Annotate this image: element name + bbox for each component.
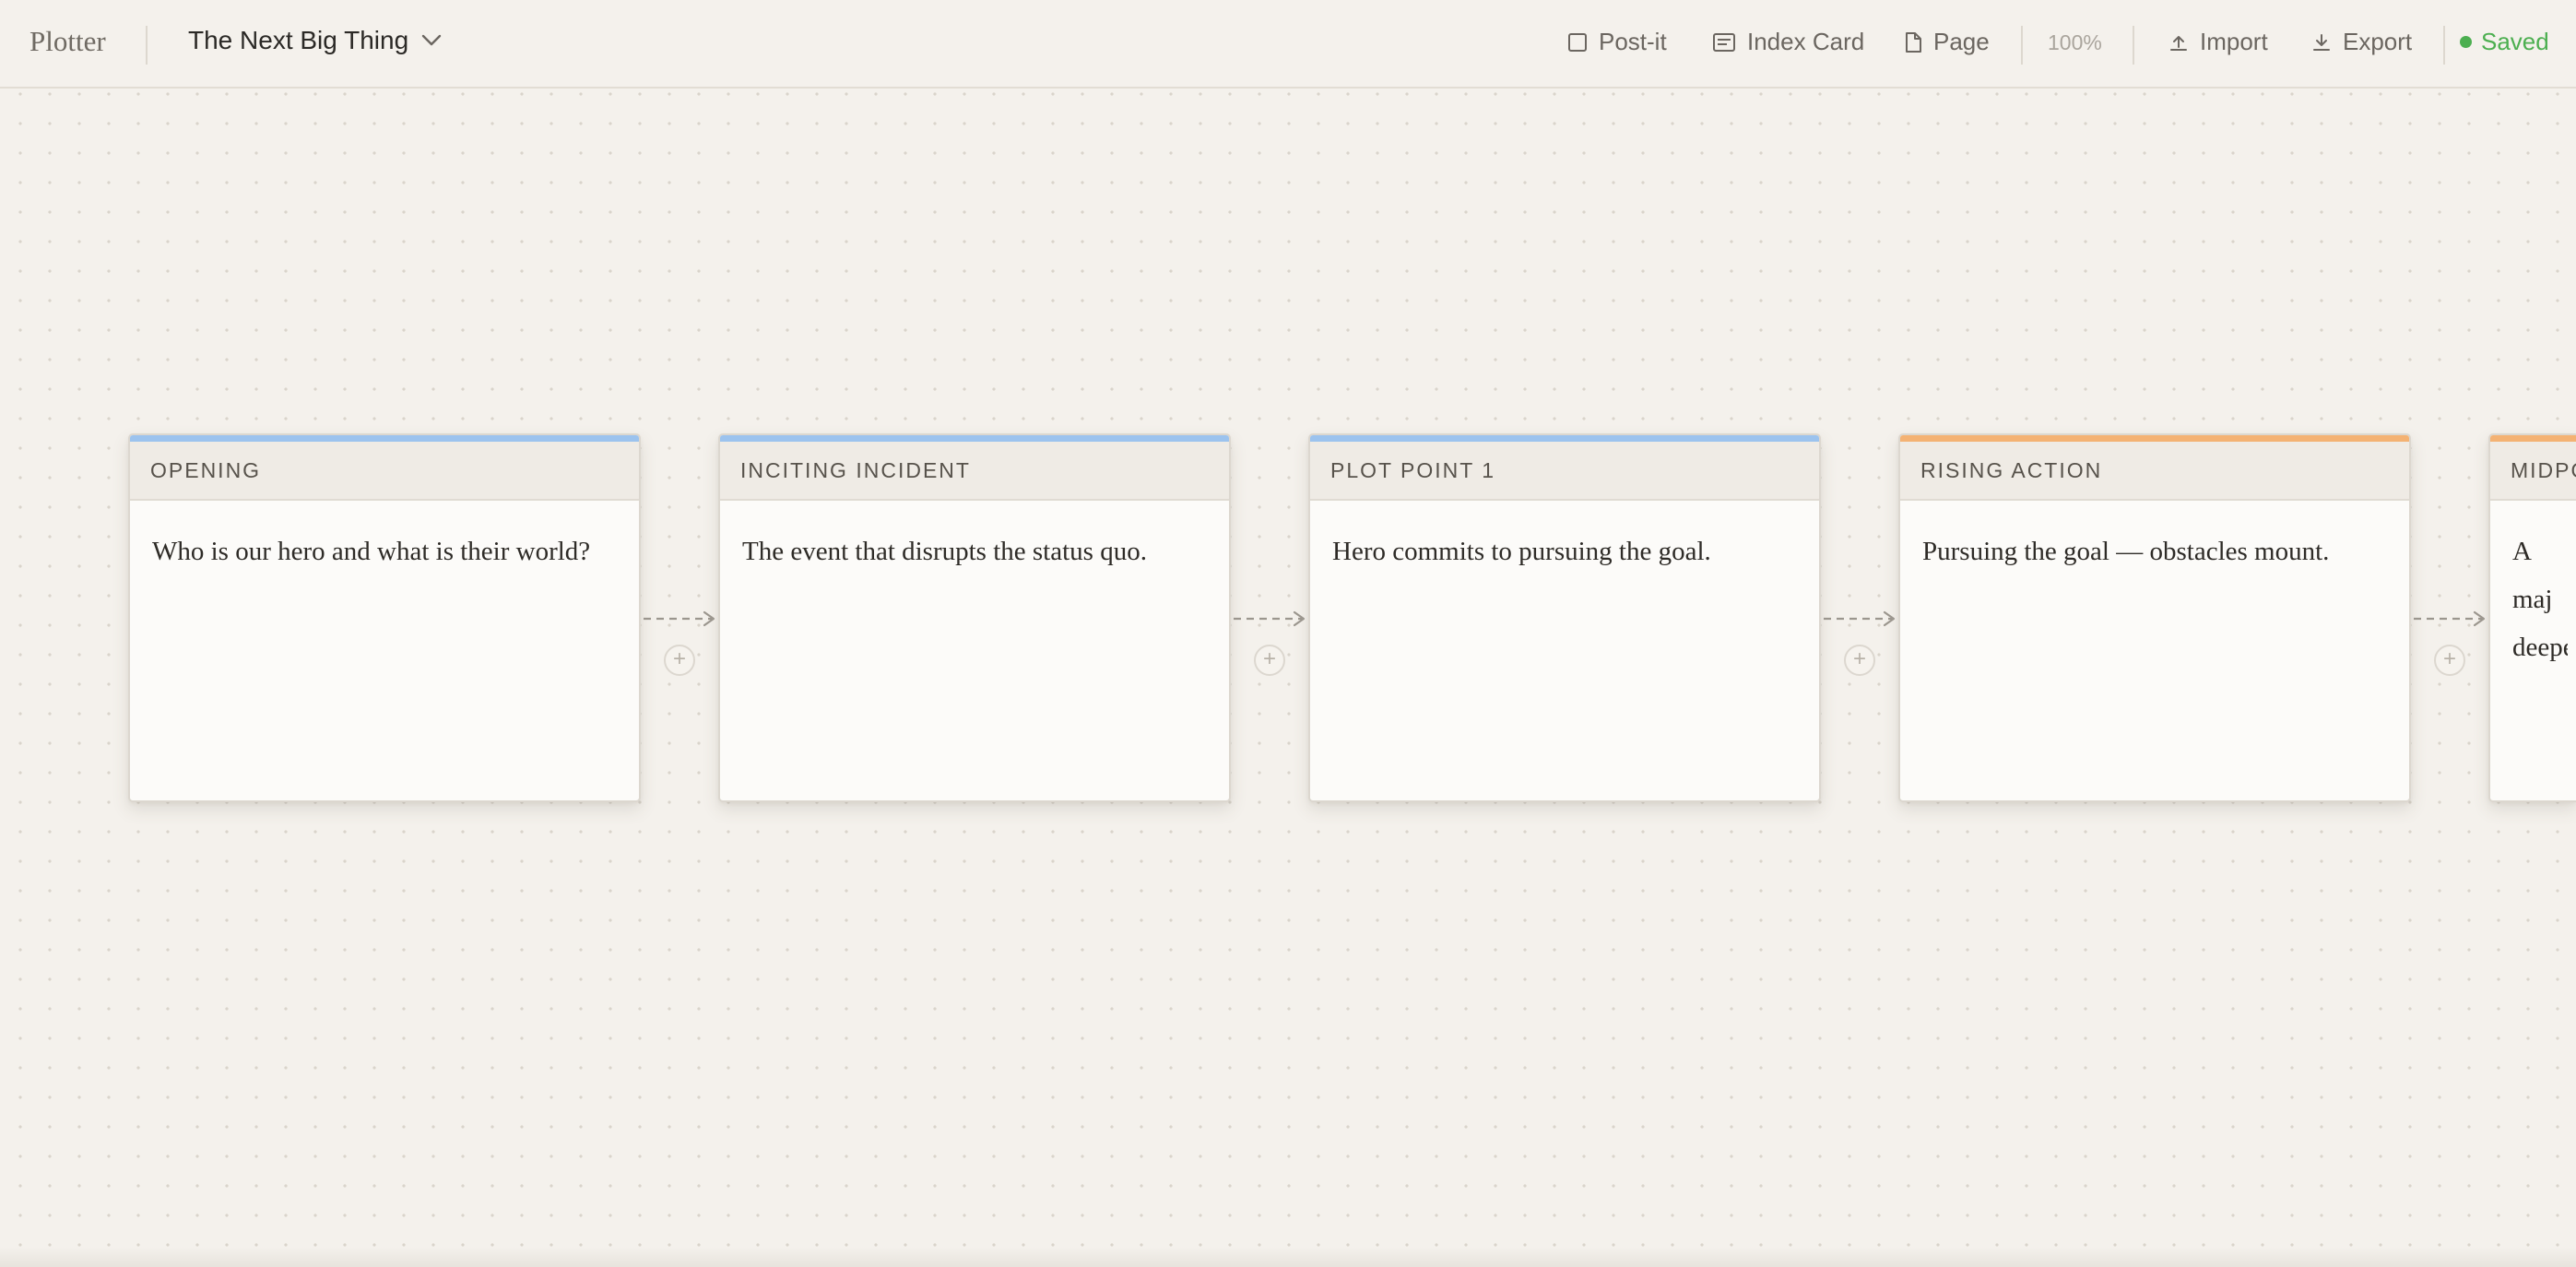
plot-card[interactable]: INCITING INCIDENT The event that disrupt… <box>718 433 1231 802</box>
card-title: PLOT POINT 1 <box>1330 458 1496 482</box>
toolbar-divider <box>146 26 148 65</box>
page-label: Page <box>1933 28 1990 55</box>
add-card-button[interactable]: + <box>1844 645 1875 676</box>
card-text[interactable]: A maj deeper <box>2512 527 2568 671</box>
add-card-button[interactable]: + <box>664 645 695 676</box>
save-status: Saved <box>2460 28 2549 56</box>
card-title: MIDPO <box>2511 458 2576 482</box>
toolbar-divider <box>2021 26 2023 65</box>
page-view-button[interactable]: Page <box>1904 28 1990 56</box>
connector-arrow <box>1234 610 1306 627</box>
card-color-band <box>1900 435 2409 442</box>
document-title: The Next Big Thing <box>188 26 409 54</box>
save-status-label: Saved <box>2481 28 2549 55</box>
plot-card[interactable]: PLOT POINT 1 Hero commits to pursuing th… <box>1308 433 1821 802</box>
card-header: PLOT POINT 1 <box>1310 442 1819 501</box>
toolbar-divider <box>2443 26 2445 65</box>
import-button[interactable]: Import <box>2168 28 2268 56</box>
card-header: RISING ACTION <box>1900 442 2409 501</box>
card-color-band <box>720 435 1229 442</box>
connector-arrow <box>2414 610 2486 627</box>
card-title: INCITING INCIDENT <box>740 458 971 482</box>
page-icon <box>1904 31 1922 53</box>
card-header: OPENING <box>130 442 639 501</box>
add-card-button[interactable]: + <box>2434 645 2465 676</box>
connector-arrow <box>644 610 715 627</box>
card-text[interactable]: Pursuing the goal — obstacles mount. <box>1922 527 2387 575</box>
square-icon <box>1567 32 1588 53</box>
status-dot-icon <box>2460 36 2472 48</box>
export-label: Export <box>2343 28 2413 55</box>
postit-view-button[interactable]: Post-it <box>1567 28 1667 56</box>
card-color-band <box>1310 435 1819 442</box>
card-color-band <box>2490 435 2576 442</box>
top-toolbar: Plotter The Next Big Thing Post-it Index… <box>0 0 2576 89</box>
card-color-band <box>130 435 639 442</box>
card-title: RISING ACTION <box>1920 458 2103 482</box>
add-card-button[interactable]: + <box>1254 645 1285 676</box>
plot-card[interactable]: OPENING Who is our hero and what is thei… <box>128 433 641 802</box>
connector-arrow <box>1824 610 1896 627</box>
plot-card[interactable]: RISING ACTION Pursuing the goal — obstac… <box>1898 433 2411 802</box>
plot-card[interactable]: MIDPO A maj deeper <box>2488 433 2576 802</box>
postit-label: Post-it <box>1599 28 1667 55</box>
index-card-view-button[interactable]: Index Card <box>1712 28 1864 56</box>
upload-icon <box>2168 32 2189 53</box>
card-header: MIDPO <box>2490 442 2576 501</box>
download-icon <box>2311 32 2332 53</box>
plotter-app: Plotter The Next Big Thing Post-it Index… <box>0 0 2576 1267</box>
zoom-level[interactable]: 100% <box>2048 30 2102 55</box>
export-button[interactable]: Export <box>2311 28 2412 56</box>
toolbar-divider <box>2133 26 2134 65</box>
index-card-label: Index Card <box>1747 28 1865 55</box>
card-text[interactable]: Who is our hero and what is their world? <box>152 527 617 575</box>
card-title: OPENING <box>150 458 262 482</box>
card-text[interactable]: Hero commits to pursuing the goal. <box>1332 527 1797 575</box>
app-logo: Plotter <box>30 25 106 57</box>
card-header: INCITING INCIDENT <box>720 442 1229 501</box>
canvas-bottom-edge <box>0 1247 2576 1267</box>
card-text[interactable]: The event that disrupts the status quo. <box>742 527 1207 575</box>
document-title-dropdown[interactable]: The Next Big Thing <box>188 26 442 55</box>
index-card-icon <box>1712 32 1736 53</box>
chevron-down-icon <box>421 34 442 47</box>
import-label: Import <box>2200 28 2268 55</box>
